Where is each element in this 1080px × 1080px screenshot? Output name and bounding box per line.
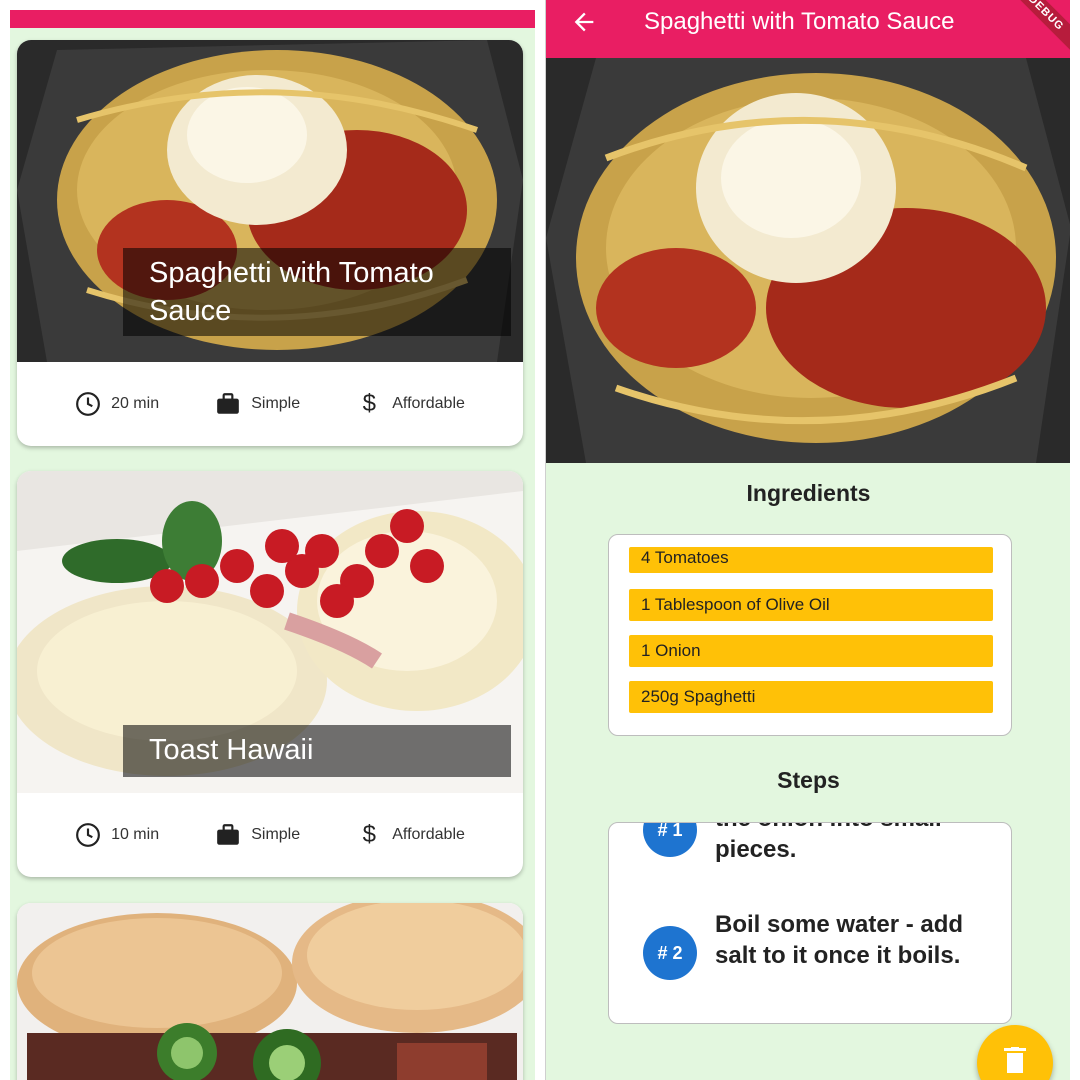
step-number-badge: # 1 [643, 823, 697, 857]
steps-heading: Steps [777, 767, 840, 793]
ingredient-item: 1 Tablespoon of Olive Oil [629, 589, 993, 621]
meal-complexity: Simple [215, 391, 300, 417]
dollar-icon: $ [362, 821, 376, 848]
affordability-label: Affordable [392, 395, 465, 412]
ingredients-list[interactable]: 4 Tomatoes 1 Tablespoon of Olive Oil 1 O… [608, 534, 1012, 736]
ingredient-item: 4 Tomatoes [629, 547, 993, 573]
page-title: Spaghetti with Tomato Sauce [644, 8, 955, 35]
ingredient-item: 250g Spaghetti [629, 681, 993, 713]
meal-complexity: Simple [215, 822, 300, 848]
delete-fab-button[interactable] [977, 1025, 1053, 1080]
step-text-line: the onion into small [715, 823, 942, 834]
meal-duration: 10 min [75, 822, 159, 848]
work-icon [215, 822, 241, 848]
meal-duration: 20 min [75, 391, 159, 417]
step-number-badge: # 2 [643, 926, 697, 980]
complexity-label: Simple [251, 826, 301, 843]
dollar-icon: $ [362, 390, 376, 417]
delete-icon [1004, 1047, 1026, 1078]
duration-label: 10 min [111, 826, 160, 843]
ingredients-heading: Ingredients [746, 480, 871, 506]
step-text: the onion into small pieces. [715, 823, 942, 865]
meal-affordability: $ Affordable [356, 821, 465, 848]
meal-detail-screen: Spaghetti with Tomato Sauce DEBUG Ingred… [545, 0, 1070, 1080]
steps-list[interactable]: # 1 the onion into small pieces. # 2 Boi… [608, 822, 1012, 1024]
meal-title-overlay: Toast Hawaii [123, 725, 511, 777]
meal-card-toast-hawaii[interactable]: Toast Hawaii 10 min Simple $ Affordable [17, 471, 523, 877]
meals-list-screen: Spaghetti with Tomato Sauce 20 min Simpl… [10, 10, 535, 1080]
meal-title: Spaghetti with Tomato Sauce [149, 257, 434, 327]
duration-label: 20 min [111, 395, 160, 412]
meal-affordability: $ Affordable [356, 390, 465, 417]
meal-info-row: 10 min Simple $ Affordable [17, 793, 523, 877]
meal-hero-image [546, 58, 1070, 463]
meal-info-row: 20 min Simple $ Affordable [17, 362, 523, 446]
meal-title: Toast Hawaii [149, 734, 314, 766]
arrow-back-icon[interactable] [568, 6, 600, 38]
app-bar: Spaghetti with Tomato Sauce DEBUG [546, 0, 1070, 58]
complexity-label: Simple [251, 395, 301, 412]
app-bar [10, 10, 535, 28]
meal-title-overlay: Spaghetti with Tomato Sauce [123, 248, 511, 336]
step-text: Boil some water - add salt to it once it… [715, 911, 964, 969]
debug-banner: DEBUG [1000, 0, 1070, 58]
work-icon [215, 391, 241, 417]
clock-icon [75, 822, 101, 848]
meal-image [17, 903, 523, 1080]
ingredient-item: 1 Onion [629, 635, 993, 667]
affordability-label: Affordable [392, 826, 465, 843]
clock-icon [75, 391, 101, 417]
step-text-line: pieces. [715, 836, 797, 863]
meal-card-burger[interactable] [17, 903, 523, 1080]
meal-card-spaghetti[interactable]: Spaghetti with Tomato Sauce 20 min Simpl… [17, 40, 523, 446]
